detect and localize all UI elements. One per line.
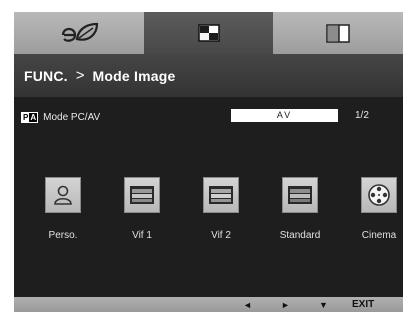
page-title: Mode Image [92,67,176,84]
preset-vif2[interactable]: Vif 2 [186,177,256,241]
content-area: P A Mode PC/AV AV 1/2 Perso. Vif 1 Vif 2… [14,97,403,297]
eco-leaf-icon [61,22,98,42]
person-icon [54,185,72,205]
picture-mode-icon [197,24,220,42]
breadcrumb-section: FUNC. [24,67,68,84]
monitor-icon [288,186,312,204]
mode-row[interactable]: P A Mode PC/AV AV 1/2 [21,109,396,125]
pc-av-icon: P A [21,111,39,123]
preset-standard[interactable]: Standard [265,177,335,241]
preset-vif2-box [203,177,239,213]
right-arrow-button[interactable]: ► [281,297,290,312]
osd-menu: FUNC. > Mode Image P A Mode PC/AV AV 1/2 [14,12,404,312]
preset-vif1[interactable]: Vif 1 [107,177,177,241]
preset-label: Vif 1 [132,230,152,241]
monitor-icon [130,186,154,204]
film-reel-icon [368,184,390,206]
mode-value-field[interactable]: AV [231,109,338,122]
preset-cinema-box [361,177,397,213]
preset-label: Perso. [48,230,78,241]
exit-button[interactable]: EXIT [352,297,374,312]
preset-perso-box [45,177,81,213]
preset-perso[interactable]: Perso. [28,177,98,241]
preset-vif1-box [124,177,160,213]
preset-list: Perso. Vif 1 Vif 2 Standard Cinema [14,177,403,257]
left-arrow-button[interactable]: ◄ [243,297,252,312]
split-screen-icon [326,23,350,43]
mode-label: Mode PC/AV [43,111,101,123]
preset-label: Cinema [361,230,397,241]
tab-picture[interactable] [143,12,274,54]
preset-label: Vif 2 [211,230,231,241]
preset-cinema[interactable]: Cinema [344,177,414,241]
down-arrow-button[interactable]: ▼ [319,297,328,312]
preset-standard-box [282,177,318,213]
bottom-nav-bar: ◄ ► ▼ EXIT [14,297,403,312]
tab-split[interactable] [273,12,404,54]
page-indicator: 1/2 [355,110,369,121]
breadcrumb-separator: > [75,67,85,84]
monitor-icon [209,186,233,204]
tab-bar [14,12,404,54]
tab-eco[interactable] [14,12,144,54]
title-bar: FUNC. > Mode Image [14,54,403,97]
preset-label: Standard [279,230,321,241]
